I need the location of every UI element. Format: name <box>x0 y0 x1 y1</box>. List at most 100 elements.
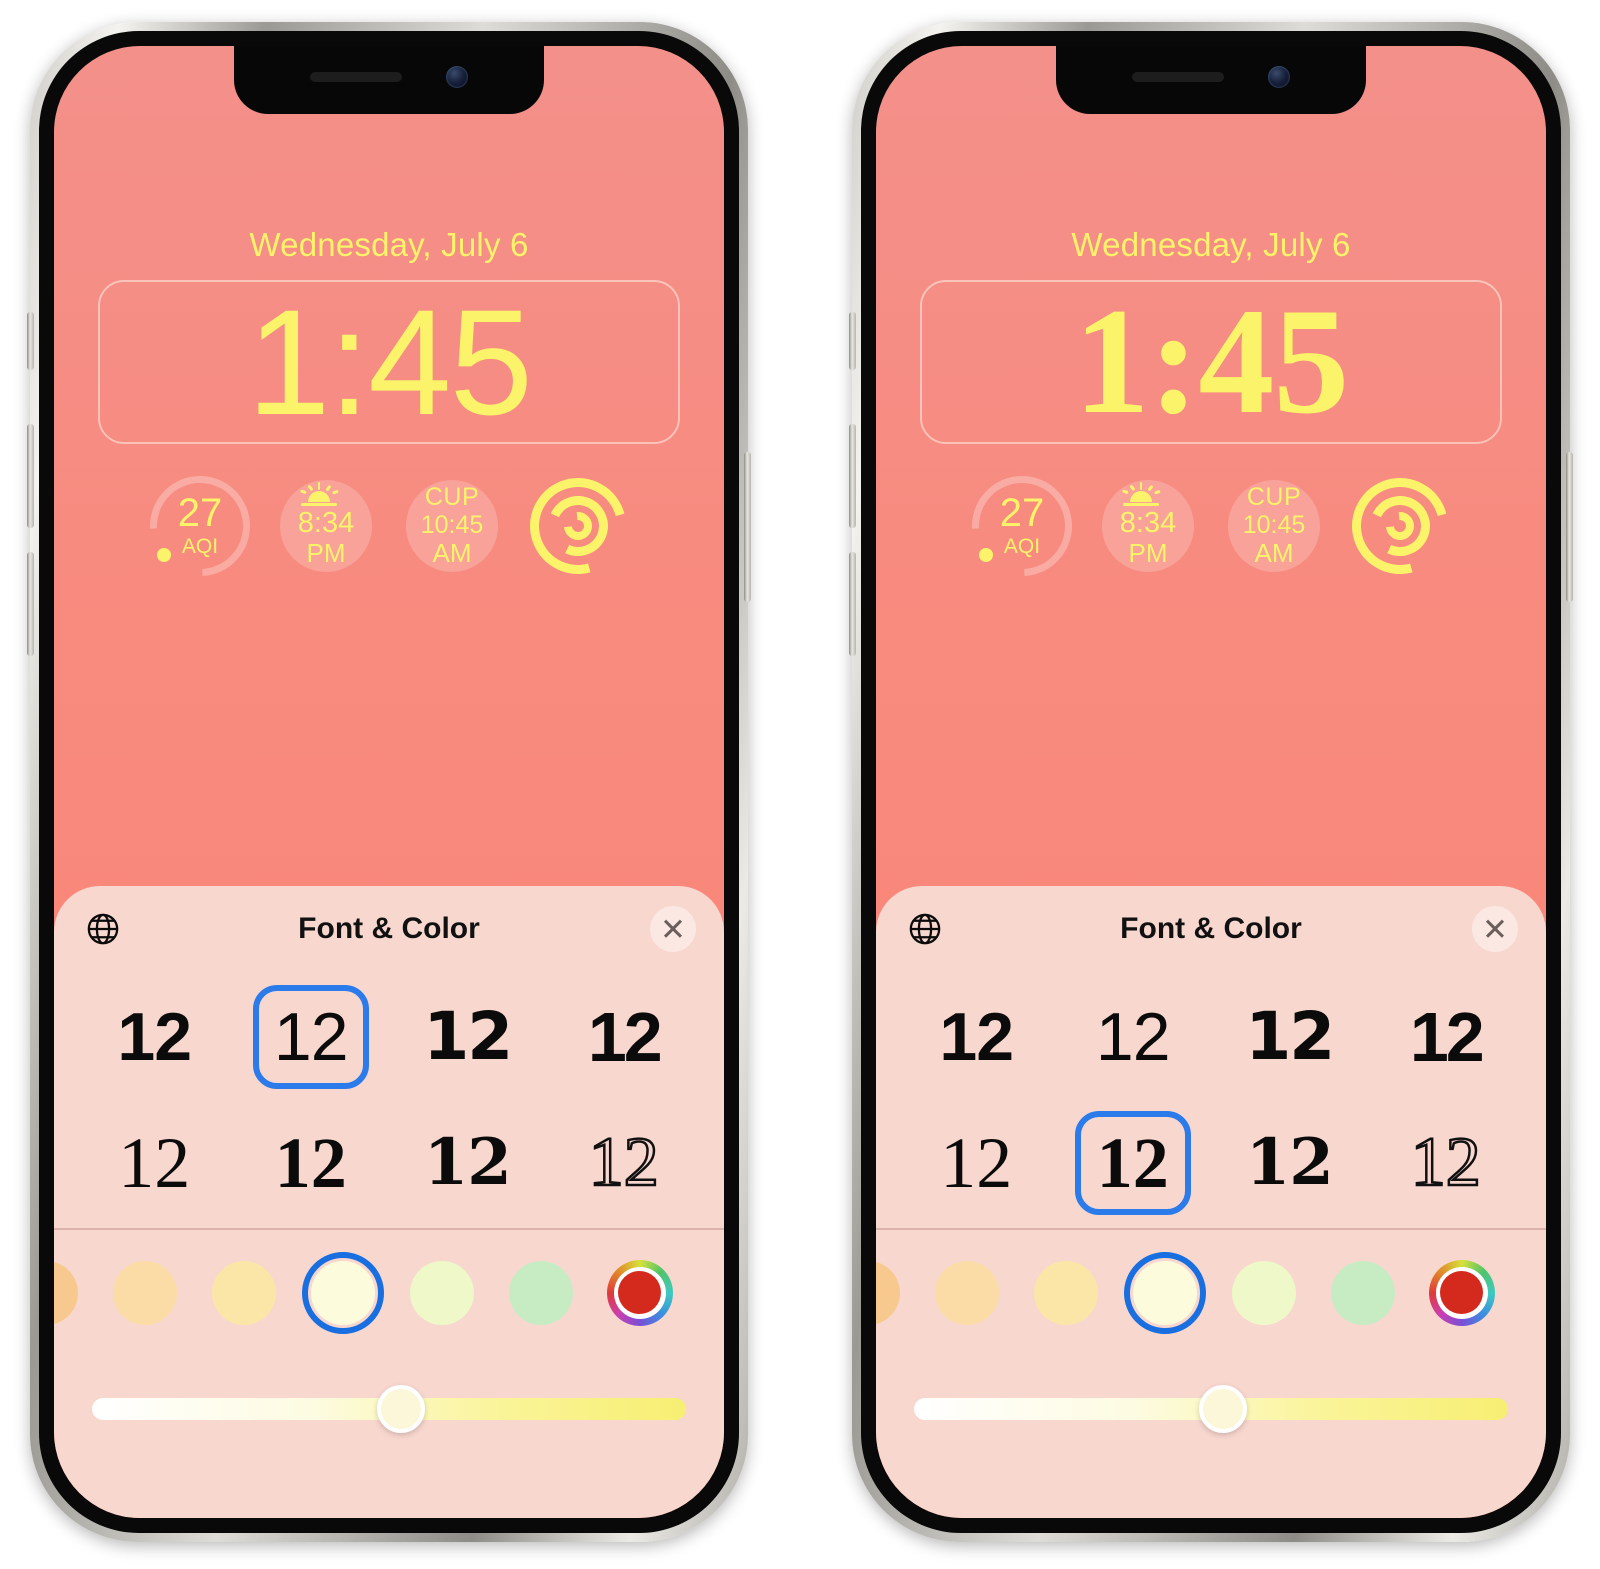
font-option-sans-thin[interactable]: 12 <box>1055 978 1212 1096</box>
volume-up-button-right[interactable] <box>849 424 856 528</box>
aqi-indicator-dot-icon <box>157 548 171 562</box>
font-grid-right: 12 12 12 12 12 12 12 12 <box>876 972 1546 1222</box>
activity-rings-icon <box>512 460 644 592</box>
font-color-sheet-left: Font & Color ✕ 12 12 12 12 12 12 12 12 <box>54 886 724 1518</box>
font-option-slab[interactable]: 12 <box>1211 1104 1368 1222</box>
color-swatch-orange-clipped[interactable] <box>54 1230 95 1356</box>
lockscreen-date-left: Wednesday, July 6 <box>249 226 529 263</box>
font-option-serif-thin[interactable]: 12 <box>898 1104 1055 1222</box>
font-option-slab[interactable]: 12 <box>389 1104 546 1222</box>
color-swatch-light-yellow[interactable] <box>1016 1230 1115 1356</box>
front-camera-icon <box>446 66 468 88</box>
phone-bezel-left: Wednesday, July 6 1:45 27 AQI 8:34 PM CU… <box>39 31 739 1533</box>
sheet-title-left: Font & Color <box>298 912 480 945</box>
widget-air-quality-right[interactable]: 27 AQI <box>951 455 1093 597</box>
sunset-icon <box>1120 481 1162 506</box>
widget-activity-rings-left[interactable] <box>512 460 644 592</box>
widget-row-left: 27 AQI 8:34 PM CUP 10:45 AM <box>54 455 724 597</box>
lockscreen-date-right: Wednesday, July 6 <box>1071 226 1351 263</box>
font-color-sheet-right: Font & Color ✕ 12 12 12 12 12 12 12 12 <box>876 886 1546 1518</box>
color-wheel-swatch[interactable] <box>1412 1230 1511 1356</box>
close-icon[interactable]: ✕ <box>650 906 696 952</box>
color-swatch-peach[interactable] <box>95 1230 194 1356</box>
color-wheel-swatch[interactable] <box>590 1230 689 1356</box>
aqi-indicator-dot-icon <box>979 548 993 562</box>
front-camera-icon <box>1268 66 1290 88</box>
sheet-header-left: Font & Color ✕ <box>54 886 724 972</box>
font-option-sans-round[interactable]: 12 <box>1211 978 1368 1096</box>
sunset-period-right: PM <box>1128 538 1168 569</box>
font-option-sans-cond[interactable]: 12 <box>546 978 703 1096</box>
color-swatch-mint-green[interactable] <box>1313 1230 1412 1356</box>
power-button-right[interactable] <box>1566 452 1573 602</box>
sunset-period-left: PM <box>306 538 346 569</box>
sheet-header-right: Font & Color ✕ <box>876 886 1546 972</box>
mute-switch-right[interactable] <box>849 312 856 370</box>
screen-right: Wednesday, July 6 1:45 27 AQI 8:34 PM CU… <box>876 46 1546 1518</box>
world-clock-city-right: CUP <box>1246 482 1302 511</box>
clock-widget-left[interactable]: 1:45 <box>98 280 680 444</box>
world-clock-city-left: CUP <box>424 482 480 511</box>
color-swatch-lime-tint[interactable] <box>1214 1230 1313 1356</box>
activity-rings-icon <box>1334 460 1466 592</box>
font-option-outline[interactable]: 12 <box>546 1104 703 1222</box>
widget-sunset-right[interactable]: 8:34 PM <box>1096 474 1200 578</box>
font-option-serif-bold[interactable]: 12 <box>233 1104 390 1222</box>
font-option-serif-thin[interactable]: 12 <box>76 1104 233 1222</box>
font-option-sans-cond[interactable]: 12 <box>1368 978 1525 1096</box>
color-intensity-slider-left[interactable] <box>92 1382 686 1436</box>
earpiece-speaker-icon <box>310 72 402 82</box>
font-option-outline[interactable]: 12 <box>1368 1104 1525 1222</box>
color-swatch-peach[interactable] <box>917 1230 1016 1356</box>
close-icon[interactable]: ✕ <box>1472 906 1518 952</box>
font-option-sans-bold[interactable]: 12 <box>76 978 233 1096</box>
color-intensity-slider-right[interactable] <box>914 1382 1508 1436</box>
color-swatch-row-left[interactable] <box>54 1230 724 1356</box>
color-swatch-pale-yellow[interactable] <box>1115 1230 1214 1356</box>
widget-air-quality-left[interactable]: 27 AQI <box>129 455 271 597</box>
slider-thumb[interactable] <box>1198 1384 1247 1433</box>
clock-time-right: 1:45 <box>1073 277 1350 446</box>
phone-left: Wednesday, July 6 1:45 27 AQI 8:34 PM CU… <box>27 22 751 1542</box>
clock-time-left: 1:45 <box>247 278 533 446</box>
power-button-left[interactable] <box>744 452 751 602</box>
widget-world-clock-left[interactable]: CUP 10:45 AM <box>400 474 504 578</box>
font-option-sans-thin[interactable]: 12 <box>233 978 390 1096</box>
widget-world-clock-right[interactable]: CUP 10:45 AM <box>1222 474 1326 578</box>
clock-widget-right[interactable]: 1:45 <box>920 280 1502 444</box>
slider-thumb[interactable] <box>376 1384 425 1433</box>
phone-bezel-right: Wednesday, July 6 1:45 27 AQI 8:34 PM CU… <box>861 31 1561 1533</box>
world-clock-period-right: AM <box>1254 538 1294 569</box>
aqi-label-right: AQI <box>1003 535 1041 558</box>
volume-down-button-left[interactable] <box>27 552 34 656</box>
color-selection-ring <box>1123 1251 1206 1334</box>
widget-activity-rings-right[interactable] <box>1334 460 1466 592</box>
color-selection-ring <box>301 1251 384 1334</box>
globe-icon[interactable] <box>82 908 124 950</box>
font-option-sans-bold[interactable]: 12 <box>898 978 1055 1096</box>
screenshot-stage: Wednesday, July 6 1:45 27 AQI 8:34 PM CU… <box>0 0 1600 1569</box>
sunset-icon <box>298 481 340 506</box>
widget-sunset-left[interactable]: 8:34 PM <box>274 474 378 578</box>
font-option-sans-round[interactable]: 12 <box>389 978 546 1096</box>
mute-switch-left[interactable] <box>27 312 34 370</box>
earpiece-speaker-icon <box>1132 72 1224 82</box>
world-clock-time-right: 10:45 <box>1242 511 1306 540</box>
aqi-label-left: AQI <box>181 535 219 558</box>
world-clock-time-left: 10:45 <box>420 511 484 540</box>
color-swatch-light-yellow[interactable] <box>194 1230 293 1356</box>
volume-up-button-left[interactable] <box>27 424 34 528</box>
color-swatch-pale-yellow[interactable] <box>293 1230 392 1356</box>
font-option-serif-bold[interactable]: 12 <box>1055 1104 1212 1222</box>
color-swatch-orange-clipped[interactable] <box>876 1230 917 1356</box>
globe-icon[interactable] <box>904 908 946 950</box>
color-swatch-row-right[interactable] <box>876 1230 1546 1356</box>
color-swatch-lime-tint[interactable] <box>392 1230 491 1356</box>
sheet-title-right: Font & Color <box>1120 912 1302 945</box>
aqi-value-right: 27 <box>999 491 1045 535</box>
aqi-value-left: 27 <box>177 491 223 535</box>
notch-left <box>234 46 544 114</box>
notch-right <box>1056 46 1366 114</box>
volume-down-button-right[interactable] <box>849 552 856 656</box>
color-swatch-mint-green[interactable] <box>491 1230 590 1356</box>
